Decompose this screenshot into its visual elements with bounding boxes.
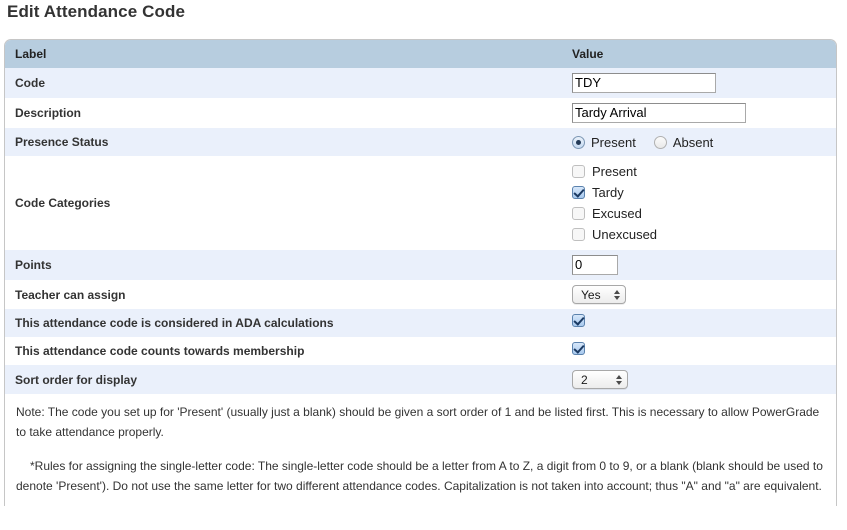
row-value-ada-calculations <box>562 309 836 337</box>
sort-order-select[interactable]: 2 <box>572 370 628 389</box>
checkbox-category-unexcused[interactable]: Unexcused <box>572 224 836 245</box>
attendance-code-table: Label Value Code Description <box>5 40 836 394</box>
table-row-code-categories: Code Categories Present Tardy Excused Un… <box>5 156 836 250</box>
row-label-sort-order: Sort order for display <box>15 372 138 387</box>
points-input[interactable] <box>572 255 618 275</box>
checkbox-category-excused[interactable]: Excused <box>572 203 836 224</box>
teacher-can-assign-selected-value: Yes <box>581 287 601 302</box>
row-label-teacher-can-assign: Teacher can assign <box>15 287 126 302</box>
checkbox-category-present[interactable]: Present <box>572 161 836 182</box>
row-label-code-categories: Code Categories <box>15 196 111 210</box>
row-value-code-categories: Present Tardy Excused Unexcused <box>562 156 836 250</box>
radio-absent[interactable]: Absent <box>653 134 714 150</box>
presence-status-radio-group: Present Absent <box>572 135 836 150</box>
checkbox-unexcused-label: Unexcused <box>592 227 658 242</box>
stepper-updown-icon <box>614 289 620 300</box>
teacher-can-assign-select[interactable]: Yes <box>572 285 626 304</box>
row-value-description <box>562 98 836 128</box>
row-value-membership <box>562 337 836 365</box>
row-label-ada-calculations: This attendance code is considered in AD… <box>15 316 334 330</box>
attendance-code-form-card: Label Value Code Description <box>4 39 837 506</box>
row-label-code: Code <box>15 76 45 90</box>
table-row-membership: This attendance code counts towards memb… <box>5 337 836 365</box>
page-title: Edit Attendance Code <box>7 2 185 21</box>
checkbox-excused-label: Excused <box>592 206 642 221</box>
row-value-sort-order: 2 <box>562 365 836 394</box>
description-input[interactable] <box>572 103 746 123</box>
checkbox-tardy-label: Tardy <box>592 185 624 200</box>
row-label-presence-status: Presence Status <box>15 135 109 149</box>
column-header-label: Label <box>15 47 47 61</box>
table-header-row: Label Value <box>5 40 836 68</box>
row-value-points <box>562 250 836 280</box>
code-input[interactable] <box>572 73 716 93</box>
radio-absent-icon[interactable] <box>653 135 667 149</box>
row-label-membership: This attendance code counts towards memb… <box>15 344 305 358</box>
row-value-presence-status: Present Absent <box>562 128 836 156</box>
radio-present-icon[interactable] <box>572 135 585 149</box>
note-single-letter-code-rules: *Rules for assigning the single-letter c… <box>16 459 823 493</box>
checkbox-category-tardy[interactable]: Tardy <box>572 182 836 203</box>
code-categories-checkbox-group: Present Tardy Excused Unexcused <box>572 161 836 245</box>
column-header-value: Value <box>572 47 604 61</box>
radio-present[interactable]: Present <box>572 135 636 150</box>
table-row-teacher-can-assign: Teacher can assign Yes <box>5 280 836 309</box>
checkbox-present-label: Present <box>592 164 637 179</box>
page-root: Edit Attendance Code Label Value Code TD… <box>0 0 847 530</box>
checkbox-excused-icon[interactable] <box>572 207 585 220</box>
table-row-code: Code <box>5 68 836 98</box>
checkbox-tardy-icon[interactable] <box>572 186 585 199</box>
sort-order-selected-value: 2 <box>581 372 588 387</box>
radio-present-label: Present <box>591 134 636 150</box>
table-row-description: Description <box>5 98 836 128</box>
table-row-ada-calculations: This attendance code is considered in AD… <box>5 309 836 337</box>
note-present-sort-order: Note: The code you set up for 'Present' … <box>16 405 820 439</box>
table-row-points: Points <box>5 250 836 280</box>
table-row-presence-status: Presence Status Present Absent <box>5 128 836 156</box>
row-value-code <box>562 68 836 98</box>
ada-calculations-checkbox[interactable] <box>572 314 585 327</box>
checkbox-present-icon[interactable] <box>572 165 585 178</box>
row-label-points: Points <box>15 258 52 272</box>
notes-section: Note: The code you set up for 'Present' … <box>5 394 836 506</box>
membership-checkbox[interactable] <box>572 342 585 355</box>
stepper-updown-icon <box>616 374 622 385</box>
checkbox-unexcused-icon[interactable] <box>572 228 585 241</box>
table-row-sort-order: Sort order for display 2 <box>5 365 836 394</box>
row-label-description: Description <box>15 106 82 120</box>
radio-absent-label: Absent <box>672 134 714 150</box>
row-value-teacher-can-assign: Yes <box>562 280 836 309</box>
